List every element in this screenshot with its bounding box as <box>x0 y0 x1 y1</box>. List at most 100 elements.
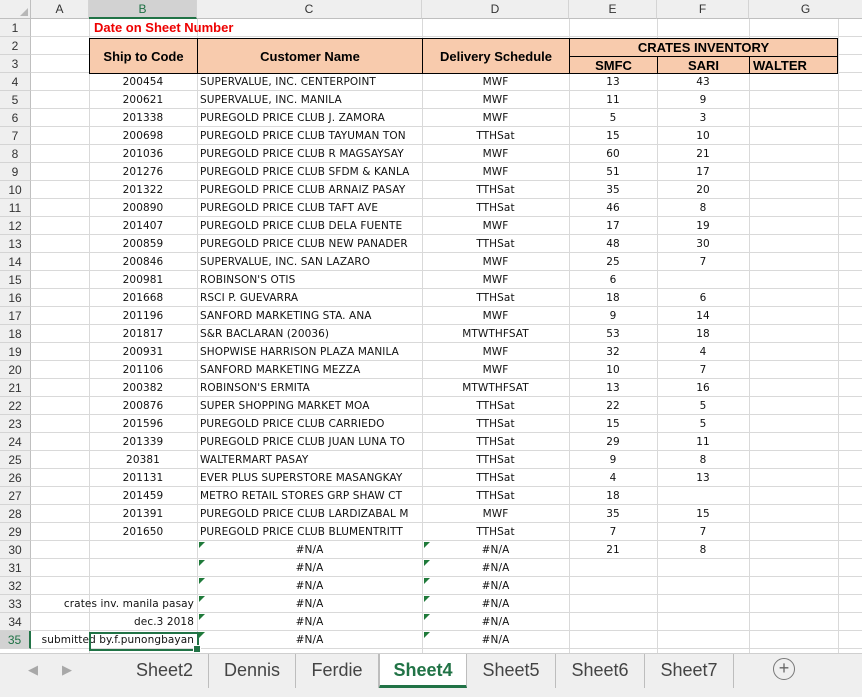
ship-code-cell[interactable]: 201276 <box>89 163 197 181</box>
sari-cell[interactable]: 5 <box>657 415 749 433</box>
row-header-16[interactable]: 16 <box>0 289 31 307</box>
ship-code-cell[interactable]: 200454 <box>89 73 197 91</box>
sari-cell[interactable] <box>657 487 749 505</box>
delivery-schedule-cell[interactable]: MWF <box>422 343 569 361</box>
smfc-cell[interactable]: 4 <box>569 469 657 487</box>
row-header-28[interactable]: 28 <box>0 505 31 523</box>
row-header-12[interactable]: 12 <box>0 217 31 235</box>
ship-code-cell[interactable]: 201106 <box>89 361 197 379</box>
sari-cell[interactable]: 14 <box>657 307 749 325</box>
delivery-schedule-cell[interactable]: TTHSat <box>422 523 569 541</box>
sari-cell[interactable]: 3 <box>657 109 749 127</box>
row-header-15[interactable]: 15 <box>0 271 31 289</box>
delivery-schedule-cell[interactable]: MTWTHFSAT <box>422 325 569 343</box>
smfc-cell[interactable] <box>569 559 657 577</box>
smfc-cell[interactable]: 22 <box>569 397 657 415</box>
row-header-1[interactable]: 1 <box>0 19 31 37</box>
delivery-schedule-cell[interactable]: MWF <box>422 307 569 325</box>
smfc-cell[interactable]: 51 <box>569 163 657 181</box>
smfc-cell[interactable]: 25 <box>569 253 657 271</box>
tab-sheet4[interactable]: Sheet4 <box>379 654 467 688</box>
ship-code-cell[interactable]: 201196 <box>89 307 197 325</box>
select-all-corner[interactable] <box>0 0 31 19</box>
column-header-b[interactable]: B <box>89 0 197 19</box>
row-header-33[interactable]: 33 <box>0 595 31 613</box>
sari-cell[interactable]: 4 <box>657 343 749 361</box>
sari-cell[interactable]: 7 <box>657 361 749 379</box>
row-header-3[interactable]: 3 <box>0 55 31 73</box>
sari-cell[interactable]: 8 <box>657 541 749 559</box>
tab-dennis[interactable]: Dennis <box>209 654 296 688</box>
delivery-schedule-cell[interactable]: #N/A <box>422 613 569 631</box>
customer-name-cell[interactable]: ROBINSON'S OTIS <box>197 271 422 289</box>
header-smfc[interactable]: SMFC <box>569 56 658 74</box>
tab-sheet5[interactable]: Sheet5 <box>467 654 556 688</box>
sari-cell[interactable]: 43 <box>657 73 749 91</box>
smfc-cell[interactable]: 5 <box>569 109 657 127</box>
smfc-cell[interactable]: 60 <box>569 145 657 163</box>
error-indicator-icon[interactable] <box>424 596 430 602</box>
row-header-32[interactable]: 32 <box>0 577 31 595</box>
ship-code-cell[interactable]: 201650 <box>89 523 197 541</box>
customer-name-cell[interactable]: EVER PLUS SUPERSTORE MASANGKAY <box>197 469 422 487</box>
customer-name-cell[interactable]: PUREGOLD PRICE CLUB TAYUMAN TON <box>197 127 422 145</box>
sari-cell[interactable] <box>657 631 749 649</box>
customer-name-cell[interactable]: PUREGOLD PRICE CLUB LARDIZABAL M <box>197 505 422 523</box>
ship-code-cell[interactable]: 200890 <box>89 199 197 217</box>
ship-code-cell[interactable]: 201596 <box>89 415 197 433</box>
row-header-17[interactable]: 17 <box>0 307 31 325</box>
customer-name-cell[interactable]: PUREGOLD PRICE CLUB TAFT AVE <box>197 199 422 217</box>
sari-cell[interactable]: 17 <box>657 163 749 181</box>
row-header-23[interactable]: 23 <box>0 415 31 433</box>
smfc-cell[interactable]: 7 <box>569 523 657 541</box>
error-indicator-icon[interactable] <box>424 578 430 584</box>
smfc-cell[interactable]: 11 <box>569 91 657 109</box>
customer-name-cell[interactable]: PUREGOLD PRICE CLUB R MAGSAYSAY <box>197 145 422 163</box>
delivery-schedule-cell[interactable]: MWF <box>422 163 569 181</box>
customer-name-cell[interactable]: ROBINSON'S ERMITA <box>197 379 422 397</box>
sari-cell[interactable]: 11 <box>657 433 749 451</box>
row-header-5[interactable]: 5 <box>0 91 31 109</box>
customer-name-cell[interactable]: SUPERVALUE, INC. CENTERPOINT <box>197 73 422 91</box>
smfc-cell[interactable]: 29 <box>569 433 657 451</box>
row-header-11[interactable]: 11 <box>0 199 31 217</box>
triangle-right-icon[interactable]: ▶ <box>62 662 72 678</box>
sari-cell[interactable] <box>657 613 749 631</box>
smfc-cell[interactable]: 53 <box>569 325 657 343</box>
customer-name-cell[interactable]: RSCI P. GUEVARRA <box>197 289 422 307</box>
sari-cell[interactable]: 8 <box>657 451 749 469</box>
row-header-2[interactable]: 2 <box>0 37 31 55</box>
smfc-cell[interactable]: 18 <box>569 487 657 505</box>
error-indicator-icon[interactable] <box>199 542 205 548</box>
delivery-schedule-cell[interactable]: TTHSat <box>422 127 569 145</box>
spreadsheet-grid[interactable]: ABCDEFG 1 2 3 4 5 6 7 8 9 10 11 12 13 14 15 16 17 18 19 20 2… <box>0 0 862 653</box>
column-header-c[interactable]: C <box>197 0 422 19</box>
row-header-29[interactable]: 29 <box>0 523 31 541</box>
customer-name-cell[interactable]: SUPERVALUE, INC. SAN LAZARO <box>197 253 422 271</box>
delivery-schedule-cell[interactable]: MWF <box>422 253 569 271</box>
sari-cell[interactable]: 8 <box>657 199 749 217</box>
delivery-schedule-cell[interactable]: TTHSat <box>422 433 569 451</box>
row-header-34[interactable]: 34 <box>0 613 31 631</box>
smfc-cell[interactable]: 48 <box>569 235 657 253</box>
delivery-schedule-cell[interactable]: #N/A <box>422 631 569 649</box>
column-header-f[interactable]: F <box>657 0 749 19</box>
customer-name-cell[interactable]: #N/A <box>197 595 422 613</box>
ship-code-cell[interactable]: 200859 <box>89 235 197 253</box>
error-indicator-icon[interactable] <box>199 560 205 566</box>
delivery-schedule-cell[interactable]: TTHSat <box>422 469 569 487</box>
sari-cell[interactable]: 21 <box>657 145 749 163</box>
sari-cell[interactable]: 7 <box>657 253 749 271</box>
delivery-schedule-cell[interactable]: #N/A <box>422 541 569 559</box>
sari-cell[interactable]: 7 <box>657 523 749 541</box>
delivery-schedule-cell[interactable]: #N/A <box>422 559 569 577</box>
fill-handle[interactable] <box>193 645 201 653</box>
smfc-cell[interactable] <box>569 613 657 631</box>
ship-code-cell[interactable]: 20381 <box>89 451 197 469</box>
sari-cell[interactable]: 10 <box>657 127 749 145</box>
row-header-24[interactable]: 24 <box>0 433 31 451</box>
smfc-cell[interactable] <box>569 577 657 595</box>
ship-code-cell[interactable]: 200846 <box>89 253 197 271</box>
tab-ferdie[interactable]: Ferdie <box>296 654 379 688</box>
sheet-title[interactable]: Date on Sheet Number <box>92 19 332 37</box>
